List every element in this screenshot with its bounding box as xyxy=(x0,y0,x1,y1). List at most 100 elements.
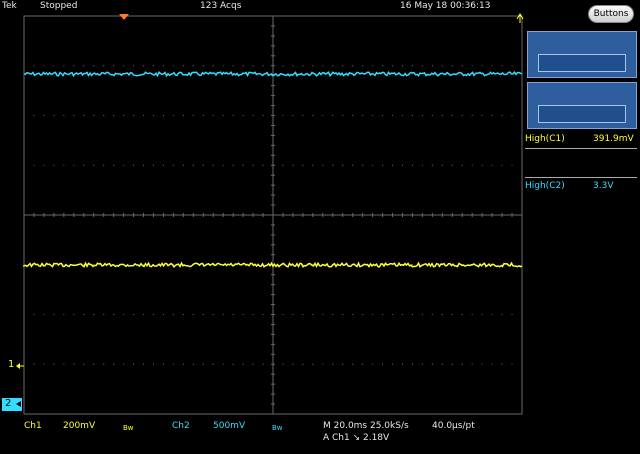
graticule-dot xyxy=(113,164,115,166)
graticule-dot xyxy=(162,314,164,315)
graticule-dot xyxy=(73,363,75,365)
graticule-dot xyxy=(232,314,234,315)
graticule-dot xyxy=(222,164,224,166)
ch1-ground-arrow[interactable] xyxy=(16,363,20,369)
ch1-name[interactable]: Ch1 xyxy=(24,421,42,431)
horizontal-settings[interactable]: M 20.0ms 25.0kS/s xyxy=(323,421,409,431)
graticule-dot xyxy=(43,363,45,365)
side-menu-box-1-field[interactable] xyxy=(538,54,626,72)
buttons-button[interactable]: Buttons xyxy=(588,5,634,23)
graticule-dot xyxy=(202,314,204,315)
graticule-dot xyxy=(83,314,85,315)
graticule-dot xyxy=(143,65,145,67)
graticule-dot xyxy=(133,115,135,116)
graticule-dot xyxy=(411,363,413,365)
graticule-dot xyxy=(392,363,394,365)
graticule-dot xyxy=(451,164,453,166)
graticule-dot xyxy=(172,164,174,166)
graticule-dot xyxy=(232,115,234,116)
graticule-dot xyxy=(103,164,105,166)
graticule-dot xyxy=(401,164,403,166)
graticule-dot xyxy=(461,115,463,116)
graticule-dot xyxy=(352,314,354,315)
graticule-dot xyxy=(362,65,364,67)
graticule-dot xyxy=(501,314,503,315)
graticule-dot xyxy=(63,164,65,166)
graticule-dot xyxy=(481,363,483,365)
graticule-dot xyxy=(411,164,413,166)
graticule-dot xyxy=(441,164,443,166)
graticule-dot xyxy=(302,115,304,116)
ch1-scale[interactable]: 200mV xyxy=(63,421,95,431)
graticule-dot xyxy=(421,363,423,365)
graticule-dot xyxy=(182,164,184,166)
trigger-settings[interactable]: A Ch1 ↘ 2.18V xyxy=(323,433,389,443)
graticule-dot xyxy=(43,314,45,315)
graticule-dot xyxy=(252,115,254,116)
graticule-dot xyxy=(421,314,423,315)
measurement-ch2[interactable]: High(C2) 3.3V xyxy=(525,181,613,191)
graticule-dot xyxy=(362,164,364,166)
graticule-dot xyxy=(143,363,145,365)
graticule-dot xyxy=(481,314,483,315)
graticule-dot xyxy=(53,115,55,116)
graticule-dot xyxy=(252,164,254,166)
side-menu-box-2[interactable] xyxy=(527,82,637,129)
graticule-dot xyxy=(451,314,453,315)
graticule-dot xyxy=(421,115,423,116)
ch2-marker-label: 2 xyxy=(5,398,12,409)
measurement-ch2-value: 3.3V xyxy=(593,181,614,191)
graticule-dot xyxy=(242,164,244,166)
graticule-dot xyxy=(382,164,384,166)
graticule-dot xyxy=(242,314,244,315)
trigger-position-marker[interactable] xyxy=(119,14,129,20)
graticule-dot xyxy=(103,65,105,67)
graticule-dot xyxy=(192,314,194,315)
graticule-dot xyxy=(172,314,174,315)
graticule-dot xyxy=(362,115,364,116)
graticule-dot xyxy=(172,115,174,116)
graticule-dot xyxy=(83,164,85,166)
graticule-dot xyxy=(461,314,463,315)
graticule-dot xyxy=(441,115,443,116)
graticule-dot xyxy=(192,363,194,365)
graticule-dot xyxy=(262,65,264,67)
graticule-dot xyxy=(43,65,45,67)
measurement-ch1-underline xyxy=(525,148,637,149)
graticule-dot xyxy=(212,65,214,67)
graticule-dot xyxy=(182,314,184,315)
ch1-bandwidth: Bw xyxy=(123,424,134,432)
graticule-dot xyxy=(262,363,264,365)
graticule-dot xyxy=(192,115,194,116)
graticule-dot xyxy=(43,115,45,116)
graticule-dot xyxy=(282,65,284,67)
ch2-scale[interactable]: 500mV xyxy=(213,421,245,431)
graticule-dot xyxy=(372,164,374,166)
graticule-dot xyxy=(143,314,145,315)
graticule-dot xyxy=(372,65,374,67)
graticule-dot xyxy=(342,65,344,67)
graticule-dot xyxy=(282,314,284,315)
graticule-dot xyxy=(252,363,254,365)
graticule-dot xyxy=(242,65,244,67)
graticule-dot xyxy=(322,65,324,67)
graticule-dot xyxy=(83,363,85,365)
graticule-dot xyxy=(511,65,513,67)
side-menu-box-1[interactable] xyxy=(527,31,637,78)
graticule-dot xyxy=(332,314,334,315)
graticule-dot xyxy=(222,115,224,116)
graticule-dot xyxy=(312,164,314,166)
graticule-dot xyxy=(113,314,115,315)
graticule-dot xyxy=(212,363,214,365)
ch2-name[interactable]: Ch2 xyxy=(172,421,190,431)
graticule-dot xyxy=(252,314,254,315)
side-menu-box-2-field[interactable] xyxy=(538,105,626,123)
measurement-ch1[interactable]: High(C1) 391.9mV xyxy=(525,134,634,144)
graticule-dot xyxy=(431,314,433,315)
graticule-dot xyxy=(431,164,433,166)
graticule-dot xyxy=(382,314,384,315)
graticule-dot xyxy=(292,65,294,67)
graticule-dot xyxy=(93,115,95,116)
graticule-dot xyxy=(362,363,364,365)
graticule-dot xyxy=(411,314,413,315)
